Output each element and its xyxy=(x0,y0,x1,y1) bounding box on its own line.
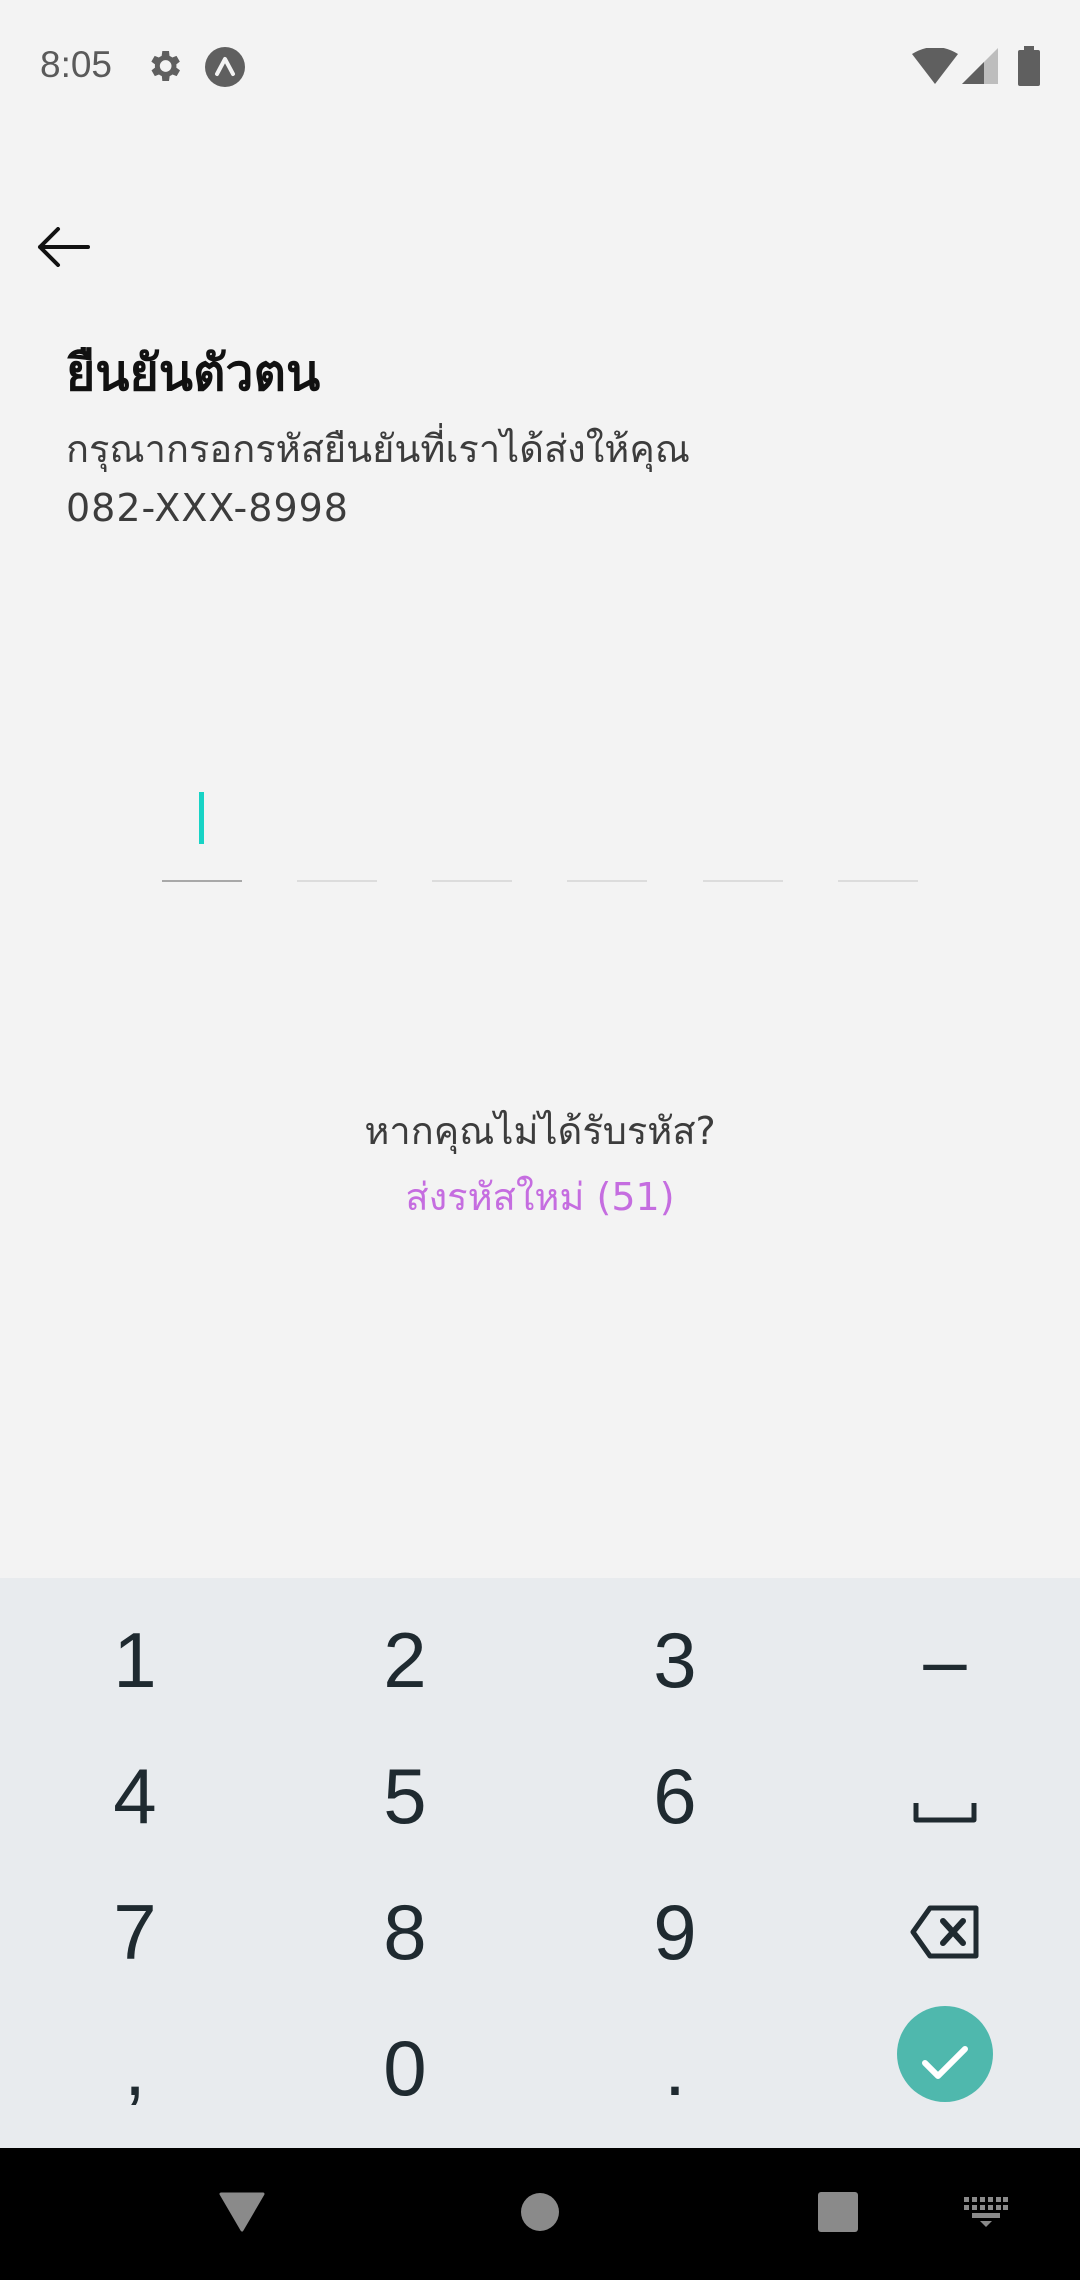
page-title: ยืนยันตัวตน xyxy=(66,344,321,402)
space-icon xyxy=(913,1751,977,1842)
key-dash[interactable]: – xyxy=(810,1592,1080,1728)
app-notification-icon xyxy=(204,46,246,88)
wifi-icon xyxy=(912,47,958,84)
key-7[interactable]: 7 xyxy=(0,1864,270,2000)
key-3[interactable]: 3 xyxy=(540,1592,810,1728)
screen: 8:05 ยืนยันตัวตน กรุณากรอกรหัสยืนยันที่เ… xyxy=(0,0,1080,2280)
home-circle-icon xyxy=(520,2192,560,2236)
otp-digit-field[interactable] xyxy=(162,770,242,882)
key-6[interactable]: 6 xyxy=(540,1728,810,1864)
key-1[interactable]: 1 xyxy=(0,1592,270,1728)
key-period[interactable]: . xyxy=(540,2000,810,2136)
keyboard-switch-button[interactable] xyxy=(946,2178,1026,2250)
otp-underline xyxy=(162,880,242,882)
key-comma[interactable]: , xyxy=(0,2000,270,2136)
key-2[interactable]: 2 xyxy=(270,1592,540,1728)
text-cursor xyxy=(199,792,204,844)
key-8[interactable]: 8 xyxy=(270,1864,540,2000)
otp-underline xyxy=(838,880,918,882)
keyboard-switch-icon xyxy=(964,2197,1008,2231)
otp-input-group xyxy=(162,770,922,882)
key-9[interactable]: 9 xyxy=(540,1864,810,2000)
nav-recents-button[interactable] xyxy=(798,2178,878,2250)
otp-underline xyxy=(703,880,783,882)
cell-signal-icon xyxy=(962,48,1000,86)
confirm-key[interactable] xyxy=(810,1986,1080,2122)
otp-digit-field[interactable] xyxy=(703,770,783,882)
masked-phone-number: 082-XXX-8998 xyxy=(66,486,349,530)
status-bar: 8:05 xyxy=(0,0,1080,136)
nav-back-button[interactable] xyxy=(202,2178,282,2250)
otp-underline xyxy=(567,880,647,882)
otp-digit-field[interactable] xyxy=(567,770,647,882)
otp-digit-field[interactable] xyxy=(432,770,512,882)
checkmark-icon xyxy=(921,2009,969,2100)
resend-code-link[interactable]: ส่งรหัสใหม่ (51) xyxy=(405,1175,674,1219)
back-triangle-icon xyxy=(219,2192,265,2236)
nav-home-button[interactable] xyxy=(500,2178,580,2250)
system-navigation-bar xyxy=(0,2148,1080,2280)
gear-icon xyxy=(144,46,184,86)
backspace-icon xyxy=(910,1887,980,1978)
otp-underline xyxy=(432,880,512,882)
backspace-key[interactable] xyxy=(810,1864,1080,2000)
key-4[interactable]: 4 xyxy=(0,1728,270,1864)
no-code-question: หากคุณไม่ได้รับรหัส? xyxy=(364,1109,716,1153)
otp-underline xyxy=(297,880,377,882)
status-time: 8:05 xyxy=(40,44,113,85)
battery-icon xyxy=(1018,46,1040,86)
confirm-button xyxy=(897,2006,993,2102)
back-button[interactable] xyxy=(30,216,96,282)
otp-digit-field[interactable] xyxy=(838,770,918,882)
key-0[interactable]: 0 xyxy=(270,2000,540,2136)
page-subtitle: กรุณากรอกรหัสยืนยันที่เราได้ส่งให้คุณ xyxy=(66,427,690,471)
arrow-left-icon xyxy=(36,227,90,271)
numeric-keyboard: 1 2 3 – 4 5 6 7 8 9 , 0 . xyxy=(0,1578,1080,2148)
resend-code-link-row: ส่งรหัสใหม่ (51) xyxy=(0,1166,1080,1227)
space-key[interactable] xyxy=(810,1728,1080,1864)
key-5[interactable]: 5 xyxy=(270,1728,540,1864)
otp-digit-field[interactable] xyxy=(297,770,377,882)
recents-square-icon xyxy=(817,2191,859,2237)
